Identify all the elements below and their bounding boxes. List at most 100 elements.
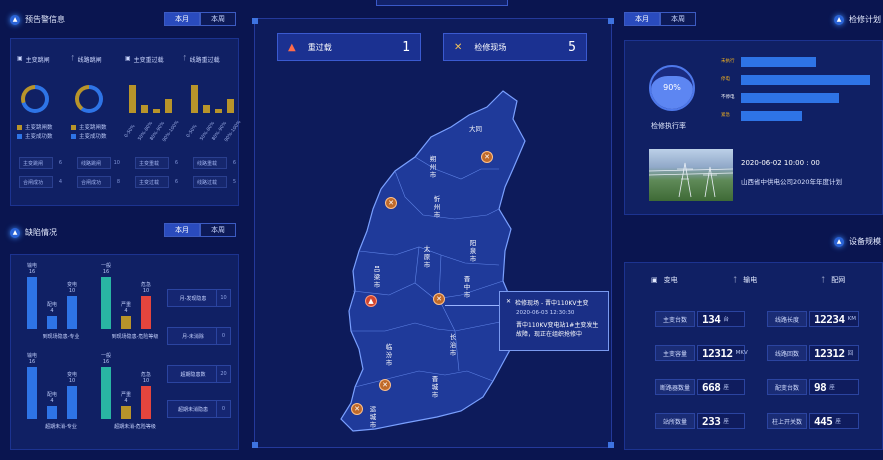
defect-bar-chart: 输电 16 配电 4 变电 10 到现场隐患-专业 [21, 263, 87, 353]
tab-defect-month[interactable]: 本月 [164, 223, 200, 237]
device-stat-label: 主变台数 [655, 311, 695, 327]
popup-time: 2020-06-03 12:30:30 [516, 310, 575, 316]
alert-cat-2: ▣ 主变重过载 [125, 55, 164, 64]
transformer-icon: ▣ [125, 55, 131, 62]
plan-bar [741, 111, 802, 121]
onsite-marker-icon[interactable]: ✕ [433, 293, 445, 305]
event-desc: 山西省中供电公司2020年年度计划 [741, 178, 843, 186]
city-label: 阳泉市 [469, 239, 477, 263]
bar-label: 配电 4 [46, 392, 57, 404]
corner-marker [608, 18, 614, 24]
bar [141, 105, 148, 113]
ring-chart-line-trip [75, 85, 103, 113]
event-popup[interactable]: ✕ 检修现场 - 晋中110KV主变 2020-06-03 12:30:30 晋… [499, 291, 609, 351]
device-stat-label: 断路器数量 [655, 379, 695, 395]
corner-marker [252, 18, 258, 24]
plan-bar-label: 紧急 [721, 113, 730, 118]
power-tower-icon [648, 162, 734, 198]
tab-defect-week[interactable]: 本周 [200, 223, 236, 237]
tower-icon: ᛏ [821, 276, 826, 284]
city-label: 吕梁市 [373, 265, 381, 289]
bar [215, 109, 222, 113]
bar [227, 99, 234, 113]
device-stat-value: 233 座 [697, 413, 745, 429]
onsite-marker-icon[interactable]: ✕ [385, 197, 397, 209]
defect-icon: ▲ [10, 227, 20, 238]
bar-chart-xlabel: 超期未消-危险等级 [114, 424, 156, 430]
alert-cat-3: ᛏ 线路重过载 [183, 55, 220, 64]
alert-cat-1: ᛏ 线路跳闸 [71, 55, 102, 64]
tab-plan-week[interactable]: 本周 [660, 12, 696, 26]
onsite-marker-icon[interactable]: ✕ [379, 379, 391, 391]
device-type-transmission[interactable]: ᛏ 输电 [733, 275, 757, 285]
tab-alert-month[interactable]: 本月 [164, 12, 200, 26]
defect-title: ▲ 缺陷情况 [10, 227, 57, 238]
defect-side-box: 月-发现隐患 10 [167, 289, 231, 307]
plan-bar [741, 93, 839, 103]
bar [191, 85, 198, 113]
defect-side-box: 超期隐患数 20 [167, 365, 231, 383]
device-panel: ▣ 变电 ᛏ 输电 ᛏ 配网 主变台数 134 台 线路长度 12234 KM 主变容量 … [624, 262, 883, 450]
plan-icon: ▲ [834, 14, 844, 25]
onsite-marker-icon[interactable]: ✕ [351, 403, 363, 415]
onsite-marker-icon[interactable]: ✕ [481, 151, 493, 163]
bar-chart-xlabel: 超期未消-专业 [45, 424, 77, 430]
alert-stat: 主变过载 6 [135, 176, 178, 188]
bar [67, 296, 77, 329]
alert-tabs: 本月 本周 [164, 12, 236, 26]
alert-stat: 合闸成功 8 [77, 176, 120, 188]
device-type-substation[interactable]: ▣ 变电 [651, 275, 678, 285]
corner-marker [608, 442, 614, 448]
bar [101, 367, 111, 419]
tower-icon: ᛏ [733, 276, 738, 284]
bar-chart-xlabel: 到现场隐患-危险等级 [111, 334, 159, 340]
device-title: ▲ 设备规模 [834, 236, 881, 247]
alert-stat: 线路过载 5 [193, 176, 236, 188]
event-time: 2020-06-02 10:00 : 00 [741, 159, 820, 167]
bar-label: 变电 10 [66, 372, 77, 384]
alert-cat-0: ▣ 主变跳闸 [17, 55, 50, 64]
plan-bar-label: 未执行 [721, 59, 735, 64]
defect-panel: 输电 16 配电 4 变电 10 到现场隐患-专业 一般 16 严重 4 危急 10 到现场隐… [10, 254, 239, 450]
ring-chart-transformer-trip [21, 85, 49, 113]
completion-rate: 90% [663, 83, 681, 92]
defect-bar-chart: 一般 16 严重 4 危急 10 超期未消-危险等级 [95, 353, 161, 443]
bar-chart-line-overload [189, 85, 237, 113]
bar-label: 输电 16 [26, 263, 37, 275]
event-photo [648, 149, 734, 201]
city-label: 忻州市 [433, 195, 441, 219]
bar-label: 配电 4 [46, 302, 57, 314]
device-stat-label: 线路回数 [767, 345, 807, 361]
legend-item: 主变跳闸数 [17, 123, 53, 131]
bar [165, 99, 172, 113]
device-stat-value: 134 台 [697, 311, 745, 327]
bar [121, 406, 131, 419]
bar [121, 316, 131, 329]
city-label: 晋城市 [431, 375, 439, 399]
bar [47, 316, 57, 329]
tab-alert-week[interactable]: 本周 [200, 12, 236, 26]
plan-bar [741, 75, 870, 85]
device-stat-value: 445 座 [809, 413, 859, 429]
tower-icon: ᛏ [71, 55, 75, 62]
plan-bar-label: 不停电 [721, 95, 735, 100]
overload-marker-icon[interactable]: ▲ [365, 295, 377, 307]
bar [101, 277, 111, 329]
bar-label: 输电 16 [26, 353, 37, 365]
corner-marker [252, 442, 258, 448]
city-label: 太原市 [423, 245, 431, 269]
device-type-distribution[interactable]: ᛏ 配网 [821, 275, 845, 285]
alert-title: ▲ 预告警信息 [10, 14, 65, 25]
city-label: 晋中市 [463, 275, 471, 299]
tab-plan-month[interactable]: 本月 [624, 12, 660, 26]
alert-stat: 主变重载 6 [135, 157, 178, 169]
top-decor [376, 0, 508, 6]
device-icon: ▲ [834, 236, 844, 247]
device-stat-value: 12234 KM [809, 311, 859, 327]
bar-label: 变电 10 [66, 282, 77, 294]
bar [27, 367, 37, 419]
bar [67, 386, 77, 419]
transformer-icon: ▣ [17, 55, 23, 62]
defect-side-box: 月-未消除 0 [167, 327, 231, 345]
transformer-icon: ▣ [651, 276, 658, 284]
